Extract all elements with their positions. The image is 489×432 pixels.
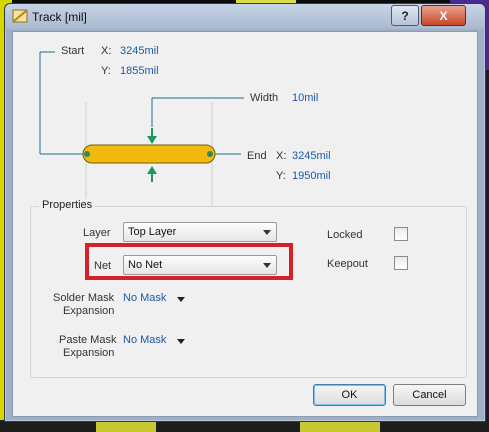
start-y-value[interactable]: 1855mil bbox=[120, 65, 159, 77]
start-x-label: X: bbox=[101, 45, 112, 57]
paste-mask-label: Paste Mask bbox=[59, 334, 117, 346]
track-diagram bbox=[39, 51, 244, 207]
locked-checkbox[interactable] bbox=[394, 227, 408, 241]
properties-title: Properties bbox=[39, 199, 96, 211]
width-arrow-bottom-head bbox=[147, 166, 157, 174]
end-x-label: X: bbox=[276, 150, 287, 162]
window-title: Track [mil] bbox=[32, 10, 87, 24]
paste-mask-value[interactable]: No Mask bbox=[123, 334, 166, 346]
end-label: End bbox=[247, 150, 267, 162]
paste-mask-chevron-down-icon[interactable] bbox=[177, 339, 185, 344]
layer-dropdown[interactable]: Top Layer bbox=[123, 222, 277, 242]
end-x-value[interactable]: 3245mil bbox=[292, 150, 331, 162]
solder-mask-value[interactable]: No Mask bbox=[123, 292, 166, 304]
track-start-point bbox=[84, 151, 90, 157]
keepout-label: Keepout bbox=[327, 258, 368, 270]
locked-label: Locked bbox=[327, 229, 363, 241]
track-shape bbox=[82, 144, 216, 164]
track-end-point bbox=[207, 151, 213, 157]
cancel-button[interactable]: Cancel bbox=[393, 384, 466, 406]
title-bar[interactable]: Track [mil] ? X bbox=[5, 4, 485, 29]
solder-mask-label: Solder Mask bbox=[53, 292, 115, 304]
net-highlight-box bbox=[85, 243, 293, 280]
solder-mask-chevron-down-icon[interactable] bbox=[177, 297, 185, 302]
layer-label: Layer bbox=[83, 227, 111, 239]
width-value[interactable]: 10mil bbox=[292, 92, 318, 104]
end-y-value[interactable]: 1950mil bbox=[292, 170, 331, 182]
chevron-down-icon bbox=[263, 230, 271, 235]
track-icon bbox=[12, 9, 28, 23]
keepout-checkbox[interactable] bbox=[394, 256, 408, 270]
track-dialog: Track [mil] ? X Start X: 3245mil Y: 1855… bbox=[4, 3, 486, 422]
width-arrow-top-head bbox=[147, 136, 157, 144]
dialog-body: Start X: 3245mil Y: 1855mil Width 10mil … bbox=[12, 31, 478, 417]
start-x-value[interactable]: 3245mil bbox=[120, 45, 159, 57]
start-y-label: Y: bbox=[101, 65, 111, 77]
help-button[interactable]: ? bbox=[391, 5, 419, 26]
ok-button[interactable]: OK bbox=[313, 384, 386, 406]
layer-value: Top Layer bbox=[128, 226, 177, 238]
paste-mask-label-2: Expansion bbox=[63, 347, 115, 359]
end-y-label: Y: bbox=[276, 170, 286, 182]
start-label: Start bbox=[61, 45, 85, 57]
width-label: Width bbox=[250, 92, 279, 104]
close-button[interactable]: X bbox=[421, 5, 466, 26]
solder-mask-label-2: Expansion bbox=[63, 305, 115, 317]
